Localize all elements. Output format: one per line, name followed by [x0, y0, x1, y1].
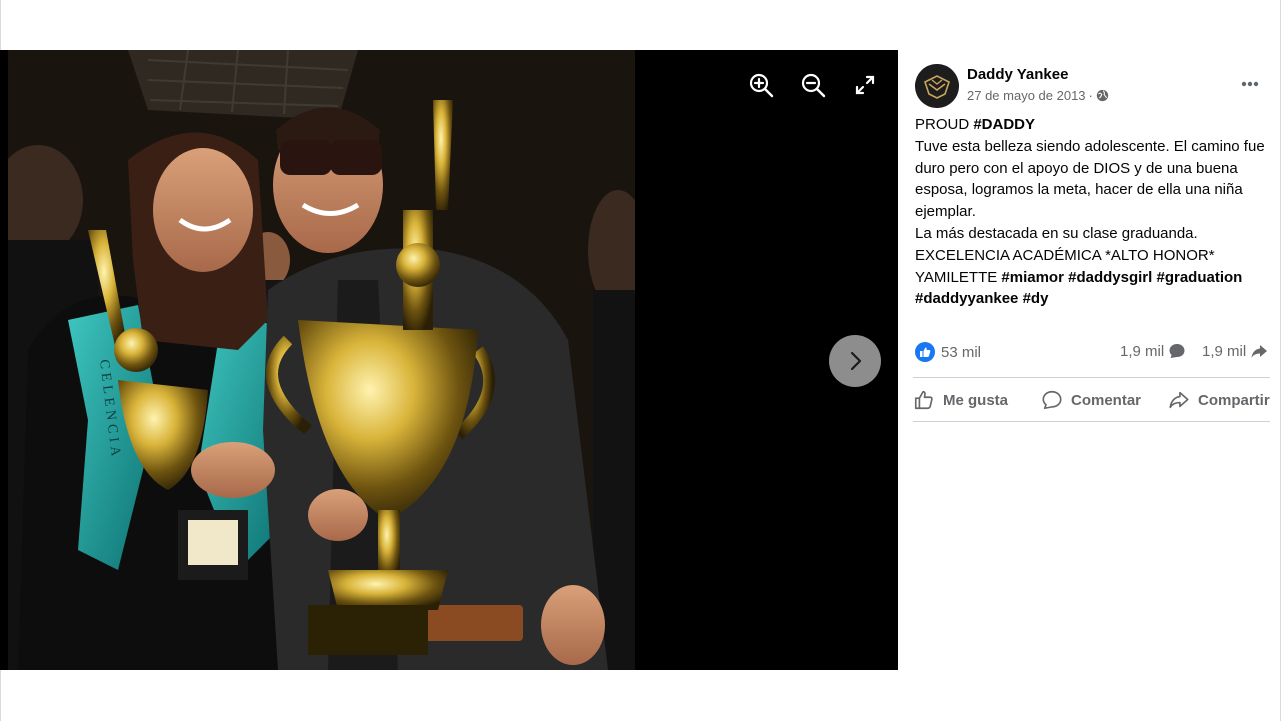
- author-name[interactable]: Daddy Yankee: [967, 66, 1068, 83]
- post-meta: 27 de mayo de 2013 ·: [967, 88, 1109, 103]
- hashtag-miamor[interactable]: #miamor: [1001, 269, 1064, 286]
- comment-button[interactable]: Comentar: [1041, 386, 1141, 414]
- globe-icon: [1096, 89, 1109, 102]
- zoom-in-icon: [749, 73, 774, 98]
- brand-logo-icon: [915, 64, 959, 108]
- post-actions-bar: Me gusta Comentar Compartir: [913, 377, 1270, 422]
- post-line-2: Tuve esta belleza siendo adolescente. El…: [915, 137, 1265, 221]
- next-photo-button[interactable]: [829, 335, 881, 387]
- post-text-plain: YAMILETTE: [915, 268, 1002, 286]
- share-icon: [1169, 391, 1189, 409]
- reaction-count[interactable]: 53 mil: [915, 342, 981, 362]
- chevron-right-icon: [850, 351, 862, 371]
- post-line-1: PROUD #DADDY: [915, 114, 1265, 136]
- hashtag-dy[interactable]: #dy: [1023, 290, 1049, 307]
- comment-label: Comentar: [1071, 391, 1142, 409]
- zoom-out-icon: [801, 73, 826, 98]
- comment-bubble-icon: [1169, 344, 1185, 358]
- hashtag-daddy[interactable]: #DADDY: [973, 116, 1035, 133]
- thumbs-up-icon: [914, 390, 933, 410]
- post-photo: CELENCIA: [8, 50, 635, 670]
- share-button[interactable]: Compartir: [1168, 386, 1270, 414]
- share-count[interactable]: 1,9 mil: [1202, 342, 1268, 360]
- like-button[interactable]: Me gusta: [913, 386, 1008, 414]
- avatar[interactable]: [915, 64, 959, 108]
- meta-separator: ·: [1088, 88, 1093, 103]
- reaction-count-text: 53 mil: [941, 343, 982, 361]
- reaction-stats-bar: 53 mil 1,9 mil 1,9 mil: [915, 342, 1270, 368]
- fullscreen-button[interactable]: [852, 72, 878, 98]
- post-text-plain: PROUD: [915, 116, 974, 133]
- share-arrow-icon: [1251, 345, 1268, 358]
- more-options-button[interactable]: [1236, 70, 1264, 98]
- post-line-3: La más destacada en su clase graduanda.: [915, 224, 1198, 242]
- post-line-5: YAMILETTE #miamor #daddysgirl #graduatio…: [915, 267, 1265, 311]
- more-dots-icon: [1241, 81, 1259, 87]
- zoom-out-button[interactable]: [800, 72, 826, 98]
- share-count-text: 1,9 mil: [1202, 342, 1247, 360]
- hashtag-daddyyankee[interactable]: #daddyyankee: [915, 290, 1018, 307]
- comment-icon: [1042, 390, 1062, 410]
- comment-count[interactable]: 1,9 mil: [1120, 342, 1186, 360]
- post-date[interactable]: 27 de mayo de 2013: [967, 88, 1086, 103]
- zoom-in-button[interactable]: [748, 72, 774, 98]
- post-text: PROUD #DADDY Tuve esta belleza siendo ad…: [915, 114, 1265, 310]
- comment-count-text: 1,9 mil: [1120, 342, 1165, 360]
- like-reaction-icon: [915, 342, 935, 362]
- post-line-4: EXCELENCIA ACADÉMICA *ALTO HONOR*: [915, 246, 1215, 264]
- photo-illustration: CELENCIA: [8, 50, 635, 670]
- hashtag-graduation[interactable]: #graduation: [1156, 269, 1242, 286]
- share-label: Compartir: [1198, 391, 1270, 409]
- hashtag-daddysgirl[interactable]: #daddysgirl: [1068, 269, 1152, 286]
- fullscreen-icon: [855, 75, 875, 95]
- post-panel: Daddy Yankee 27 de mayo de 2013 · PROUD …: [899, 50, 1280, 670]
- photo-viewer: CELENCIA: [0, 50, 898, 670]
- like-label: Me gusta: [943, 391, 1009, 409]
